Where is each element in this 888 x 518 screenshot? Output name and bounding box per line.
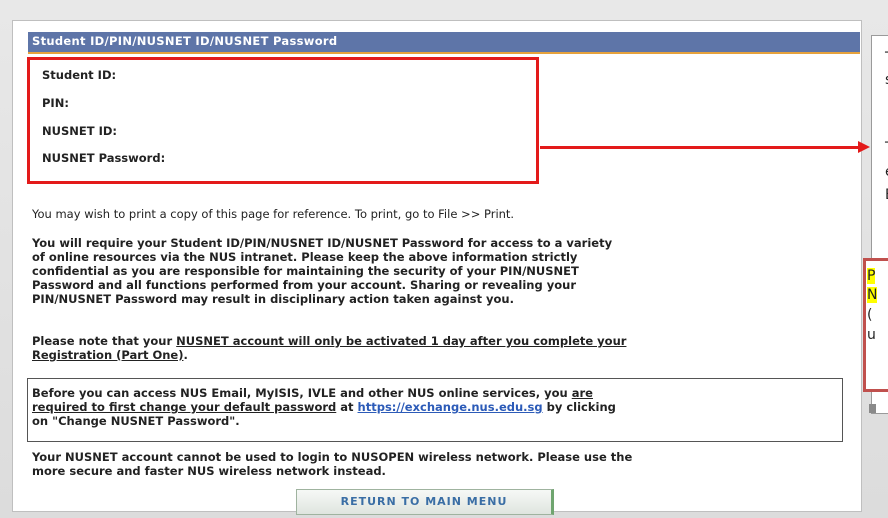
requirement-text-line: You will require your Student ID/PIN/NUS… — [32, 236, 613, 250]
callout-note-text: ( — [867, 307, 873, 323]
activation-note-line2: Registration (Part One). — [32, 348, 840, 362]
notice-text: Before you can access NUS Email, MyISIS,… — [32, 386, 572, 400]
nusnet-id-label: NUSNET ID: — [42, 124, 117, 138]
nusnet-password-label: NUSNET Password: — [42, 151, 166, 165]
activation-note-line1: Please note that your NUSNET account wil… — [32, 334, 840, 348]
callout-note-highlight: P — [867, 268, 876, 284]
panel-header: Student ID/PIN/NUSNET ID/NUSNET Password — [28, 32, 860, 54]
scroll-indicator — [869, 404, 876, 413]
exchange-link[interactable]: https://exchange.nus.edu.sg — [358, 400, 543, 414]
wireless-note-line1: Your NUSNET account cannot be used to lo… — [32, 450, 633, 464]
student-id-label: Student ID: — [42, 68, 117, 82]
print-note: You may wish to print a copy of this pag… — [32, 207, 515, 221]
activation-note-underlined: NUSNET account will only be activated 1 … — [176, 334, 627, 348]
activation-note-registration: Registration (Part One) — [32, 348, 184, 362]
notice-line2: required to first change your default pa… — [32, 400, 840, 414]
requirement-text-line: PIN/NUSNET Password may result in discip… — [32, 292, 514, 306]
requirement-text-line: confidential as you are responsible for … — [32, 264, 579, 278]
page-background: Student ID/PIN/NUSNET ID/NUSNET Password… — [0, 0, 888, 518]
wireless-note-line2: more secure and faster NUS wireless netw… — [32, 464, 386, 478]
pin-label: PIN: — [42, 96, 69, 110]
notice-text: at — [336, 400, 358, 414]
activation-note-period: . — [183, 348, 188, 362]
notice-underlined: are — [571, 386, 593, 400]
notice-text: by clicking — [542, 400, 616, 414]
panel-title: Student ID/PIN/NUSNET ID/NUSNET Password — [32, 34, 338, 48]
notice-underlined: required to first change your default pa… — [32, 400, 337, 414]
return-to-main-menu-button[interactable]: RETURN TO MAIN MENU — [296, 489, 554, 515]
annotation-arrow-line — [540, 146, 860, 149]
callout-note-text: N — [867, 287, 878, 303]
callout-note-text: u — [867, 327, 876, 343]
callout-note-text: P — [867, 268, 876, 284]
requirement-text-line: of online resources via the NUS intranet… — [32, 250, 578, 264]
callout-note-highlight: N — [867, 287, 878, 303]
notice-line3: on "Change NUSNET Password". — [32, 414, 240, 428]
requirement-text-line: Password and all functions performed fro… — [32, 278, 576, 292]
notice-line1: Before you can access NUS Email, MyISIS,… — [32, 386, 840, 400]
annotation-arrowhead-icon — [858, 141, 870, 153]
activation-note-prefix: Please note that your — [32, 334, 177, 348]
